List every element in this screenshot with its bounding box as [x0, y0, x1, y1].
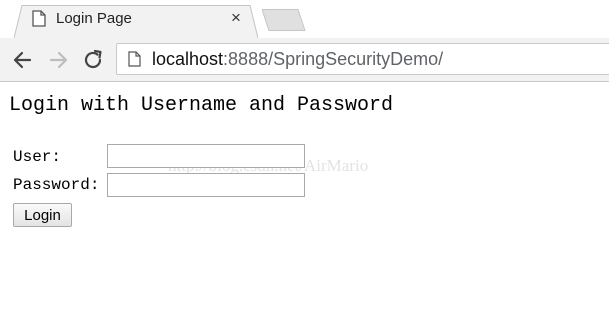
document-icon [32, 10, 46, 27]
back-arrow-icon[interactable] [10, 47, 36, 73]
page-info-icon[interactable] [128, 51, 141, 67]
url-host: localhost [152, 49, 224, 69]
url-path: :8888/SpringSecurityDemo/ [223, 49, 444, 69]
login-button[interactable]: Login [13, 203, 72, 227]
url-text: localhost:8888/SpringSecurityDemo/ [152, 49, 443, 70]
forward-arrow-icon[interactable] [45, 47, 71, 73]
username-label: User: [13, 148, 62, 166]
username-input[interactable] [107, 144, 305, 168]
tab-outline [14, 5, 258, 38]
new-tab-button[interactable] [262, 9, 306, 31]
page-title: Login with Username and Password [9, 94, 394, 117]
reload-icon[interactable] [80, 47, 106, 73]
page-content: Login with Username and Password http://… [0, 82, 609, 312]
browser-toolbar: localhost:8888/SpringSecurityDemo/ [0, 38, 609, 82]
tab-title: Login Page [56, 10, 132, 27]
address-bar[interactable]: localhost:8888/SpringSecurityDemo/ [116, 43, 609, 75]
close-icon[interactable]: × [228, 9, 244, 27]
password-label: Password: [13, 176, 100, 194]
password-input[interactable] [107, 173, 305, 197]
tab-strip: Login Page × [0, 0, 609, 38]
